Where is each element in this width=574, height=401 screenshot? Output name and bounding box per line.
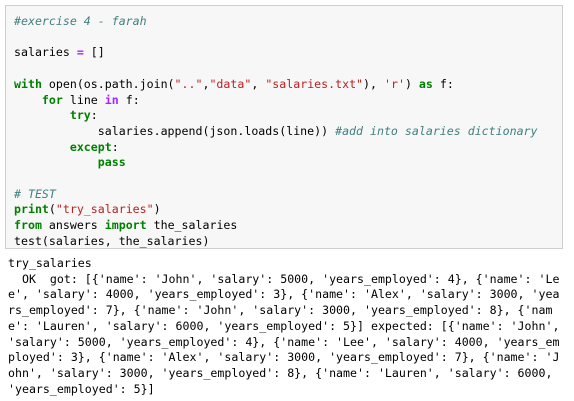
code-token: test(salaries, the_salaries) (14, 233, 210, 248)
code-token: "data" (209, 76, 252, 91)
code-cell[interactable]: #exercise 4 - farah​salaries = []​with o… (5, 5, 563, 249)
code-token: #exercise 4 - farah (14, 14, 147, 28)
code-line: ​ (14, 171, 538, 187)
code-token: as (418, 76, 433, 91)
code-token: "try_salaries" (55, 202, 154, 217)
output-line: ohn', 'salary': 3000, 'years_employed': … (8, 365, 553, 380)
code-line: salaries.append(json.loads(line)) #add i… (14, 124, 538, 140)
code-line: ​ (14, 61, 538, 77)
code-token: salaries (14, 45, 77, 60)
code-token: : (111, 139, 119, 154)
code-token: ".." (174, 76, 203, 91)
code-line: try: (14, 108, 538, 124)
code-token: f: (432, 76, 454, 91)
code-token: except (69, 139, 112, 154)
code-token: pass (97, 155, 126, 170)
code-line: ​ (14, 30, 538, 46)
code-token: print (14, 202, 49, 217)
output-line: rs_employed': 7}, {'name': 'John', 'sala… (8, 303, 553, 318)
code-line: for line in f: (14, 93, 538, 109)
code-token: open(os.path.join( (41, 76, 175, 91)
code-line: print("try_salaries") (14, 202, 538, 218)
code-line: salaries = [] (14, 45, 538, 61)
code-token: import (104, 218, 147, 233)
code-token: with (14, 76, 42, 91)
output-line: OK got: [{'name': 'John', 'salary': 5000… (8, 271, 560, 286)
code-line: #exercise 4 - farah (14, 14, 538, 30)
code-token: the_salaries (146, 218, 238, 233)
code-token: in (104, 92, 119, 107)
cell-output: try_salaries OK got: [{'name': 'John', '… (8, 256, 559, 397)
code-line: pass (14, 155, 538, 171)
code-token: line (62, 92, 105, 107)
code-line: test(salaries, the_salaries) (14, 234, 538, 250)
output-line: try_salaries (8, 256, 92, 270)
code-token: answers (41, 218, 105, 233)
code-token: 'r' (384, 76, 405, 91)
code-token: from (14, 218, 42, 233)
code-token: #add into salaries dictionary (335, 123, 538, 138)
output-line: 'salary': 5000, 'years_employed': 4}, {'… (8, 334, 560, 349)
code-line: from answers import the_salaries (14, 218, 538, 234)
code-line: # TEST (14, 187, 538, 203)
code-line: except: (14, 140, 538, 156)
code-editor[interactable]: #exercise 4 - farah​salaries = []​with o… (14, 14, 538, 250)
code-token: ) (404, 76, 419, 91)
output-line: 'years_employed': 5}] (8, 381, 155, 396)
code-line: with open(os.path.join("..","data", "sal… (14, 77, 538, 93)
code-token: salaries.append(json.loads(line)) (14, 123, 336, 138)
code-token: ), (363, 76, 384, 91)
code-token: ( (48, 202, 56, 217)
output-line: e', 'salary': 4000, 'years_employed': 3}… (8, 287, 560, 302)
code-token: , (251, 76, 266, 91)
output-line: e': 'Lauren', 'salary': 6000, 'years_emp… (8, 318, 560, 333)
code-token: for (41, 92, 63, 107)
code-token: : (90, 108, 98, 123)
code-token: # TEST (14, 186, 56, 201)
code-token: ) (153, 202, 161, 217)
code-token: "salaries.txt" (265, 76, 364, 91)
code-token: try (69, 108, 91, 123)
code-token: f: (118, 92, 140, 107)
code-token: = (76, 45, 84, 60)
code-token: [] (83, 45, 105, 60)
output-line: ployed': 3}, {'name': 'Alex', 'salary': … (8, 350, 560, 365)
